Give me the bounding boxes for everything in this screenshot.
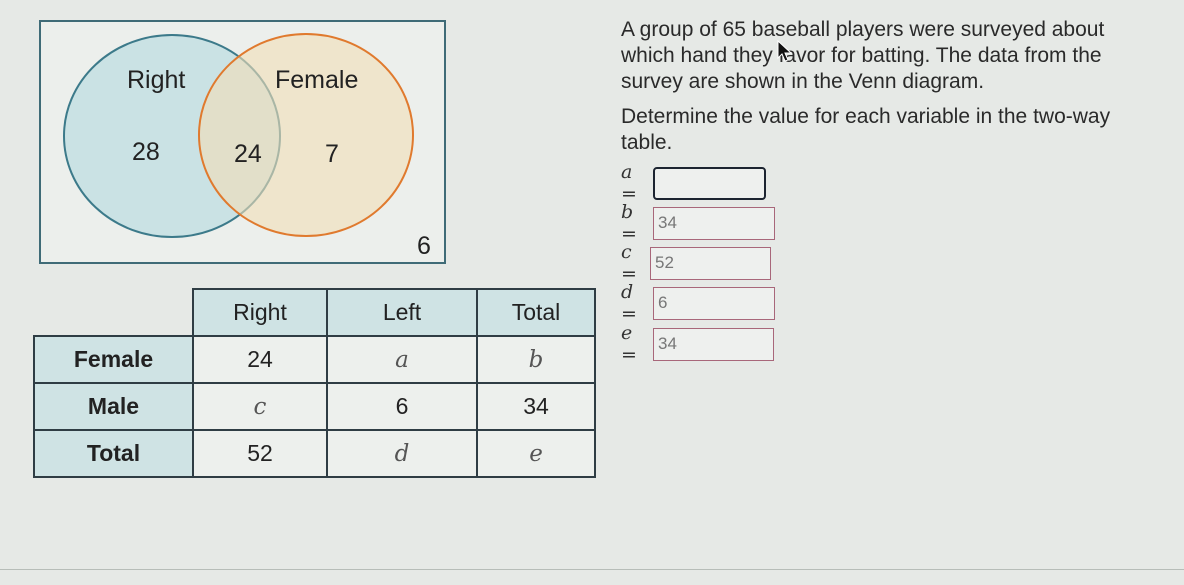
row-header-male: Male: [33, 382, 194, 431]
table-row: Total 52 d e: [33, 429, 596, 478]
venn-label-female: Female: [275, 66, 359, 94]
question-paragraph-2: Determine the value for each variable in…: [621, 105, 1111, 154]
table-cell-var-d: d: [326, 429, 478, 478]
venn-value-neither: 6: [417, 232, 431, 260]
table-cell: 6: [326, 382, 478, 431]
table-cell: 52: [192, 429, 328, 478]
venn-value-only-female: 7: [325, 140, 339, 168]
row-header-total: Total: [33, 429, 194, 478]
answer-row-d: d = 6: [621, 281, 775, 325]
answer-var-e: e =: [621, 322, 637, 366]
venn-circle-female: [198, 33, 414, 237]
table-cell: 34: [476, 382, 596, 431]
row-header-female: Female: [33, 335, 194, 384]
venn-diagram: Right Female 28 24 7 6: [39, 20, 446, 264]
column-header-left: Left: [326, 288, 478, 337]
table-cell-var-b: b: [476, 335, 596, 384]
table-row: Female 24 a b: [33, 335, 596, 384]
answer-row-a: a =: [621, 161, 766, 205]
column-header-right: Right: [192, 288, 328, 337]
two-way-table: Right Left Total Female 24 a b Male c 6 …: [33, 288, 596, 478]
table-header-row: Right Left Total: [34, 288, 596, 337]
table-cell-var-e: e: [476, 429, 596, 478]
answer-row-c: c = 52: [621, 241, 771, 285]
table-cell-var-a: a: [326, 335, 478, 384]
answer-row-b: b = 34: [621, 201, 775, 245]
answer-input-e[interactable]: 34: [653, 327, 774, 361]
table-row: Male c 6 34: [33, 382, 596, 431]
bottom-divider: [0, 569, 1184, 570]
venn-value-only-right: 28: [132, 138, 160, 166]
answer-var-d: d =: [621, 281, 637, 325]
answer-var-c: c =: [621, 241, 637, 285]
answer-var-b: b =: [621, 201, 637, 245]
table-cell-var-c: c: [192, 382, 328, 431]
question-text: A group of 65 baseball players were surv…: [621, 17, 1161, 165]
venn-value-both: 24: [234, 140, 262, 168]
venn-label-right: Right: [127, 66, 186, 94]
table-cell: 24: [192, 335, 328, 384]
table-corner: [34, 289, 193, 336]
column-header-total: Total: [476, 288, 596, 337]
question-paragraph-1: A group of 65 baseball players were surv…: [621, 18, 1105, 93]
answer-input-d[interactable]: 6: [653, 286, 775, 320]
answer-row-e: e = 34: [621, 322, 774, 366]
answer-var-a: a =: [621, 161, 637, 205]
answer-input-c[interactable]: 52: [650, 246, 771, 280]
answer-input-b[interactable]: 34: [653, 206, 775, 240]
answer-input-a[interactable]: [653, 166, 766, 200]
mouse-cursor-icon: [777, 40, 793, 62]
